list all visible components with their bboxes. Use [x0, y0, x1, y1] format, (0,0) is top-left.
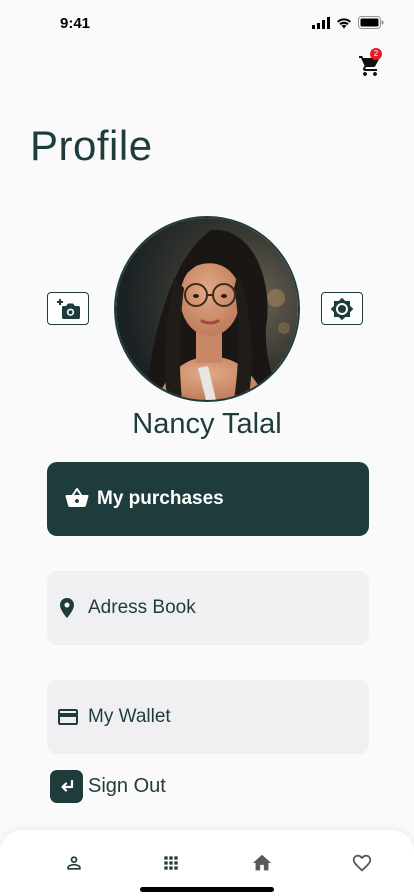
address-book-label: Adress Book — [88, 597, 196, 618]
status-time: 9:41 — [60, 15, 91, 32]
heart-icon — [352, 854, 372, 872]
signal-icon — [312, 16, 330, 29]
person-icon — [67, 856, 81, 870]
nav-favorites[interactable] — [349, 850, 375, 876]
settings-icon — [330, 297, 354, 320]
avatar-photo — [116, 218, 298, 400]
my-wallet-button[interactable]: My Wallet — [47, 680, 369, 754]
profile-name: Nancy Talal — [132, 408, 282, 440]
sign-out-icon — [50, 770, 83, 803]
status-icons — [312, 16, 384, 29]
nav-home[interactable] — [249, 850, 275, 876]
credit-card-icon — [58, 709, 78, 725]
location-pin-icon — [60, 598, 74, 618]
battery-icon — [358, 16, 384, 29]
wifi-icon — [337, 17, 351, 28]
cart-button[interactable]: 2 — [356, 48, 384, 78]
home-icon — [252, 854, 272, 871]
avatar[interactable] — [114, 216, 300, 402]
add-photo-button[interactable] — [47, 292, 89, 325]
add-photo-icon — [57, 298, 80, 319]
nav-categories[interactable] — [158, 850, 184, 876]
cart-badge: 2 — [370, 48, 382, 60]
sign-out-button[interactable]: Sign Out — [50, 770, 166, 803]
my-purchases-label: My purchases — [97, 488, 224, 509]
basket-icon — [65, 488, 89, 507]
settings-button[interactable] — [321, 292, 363, 325]
home-indicator — [140, 887, 274, 892]
sign-out-label: Sign Out — [88, 775, 166, 797]
nav-profile[interactable] — [61, 850, 87, 876]
status-bar: 9:41 — [0, 0, 414, 48]
grid-icon — [164, 856, 178, 870]
my-purchases-button[interactable]: My purchases — [47, 462, 369, 536]
page-title: Profile — [30, 122, 153, 169]
my-wallet-label: My Wallet — [88, 706, 171, 727]
address-book-button[interactable]: Adress Book — [47, 571, 369, 645]
